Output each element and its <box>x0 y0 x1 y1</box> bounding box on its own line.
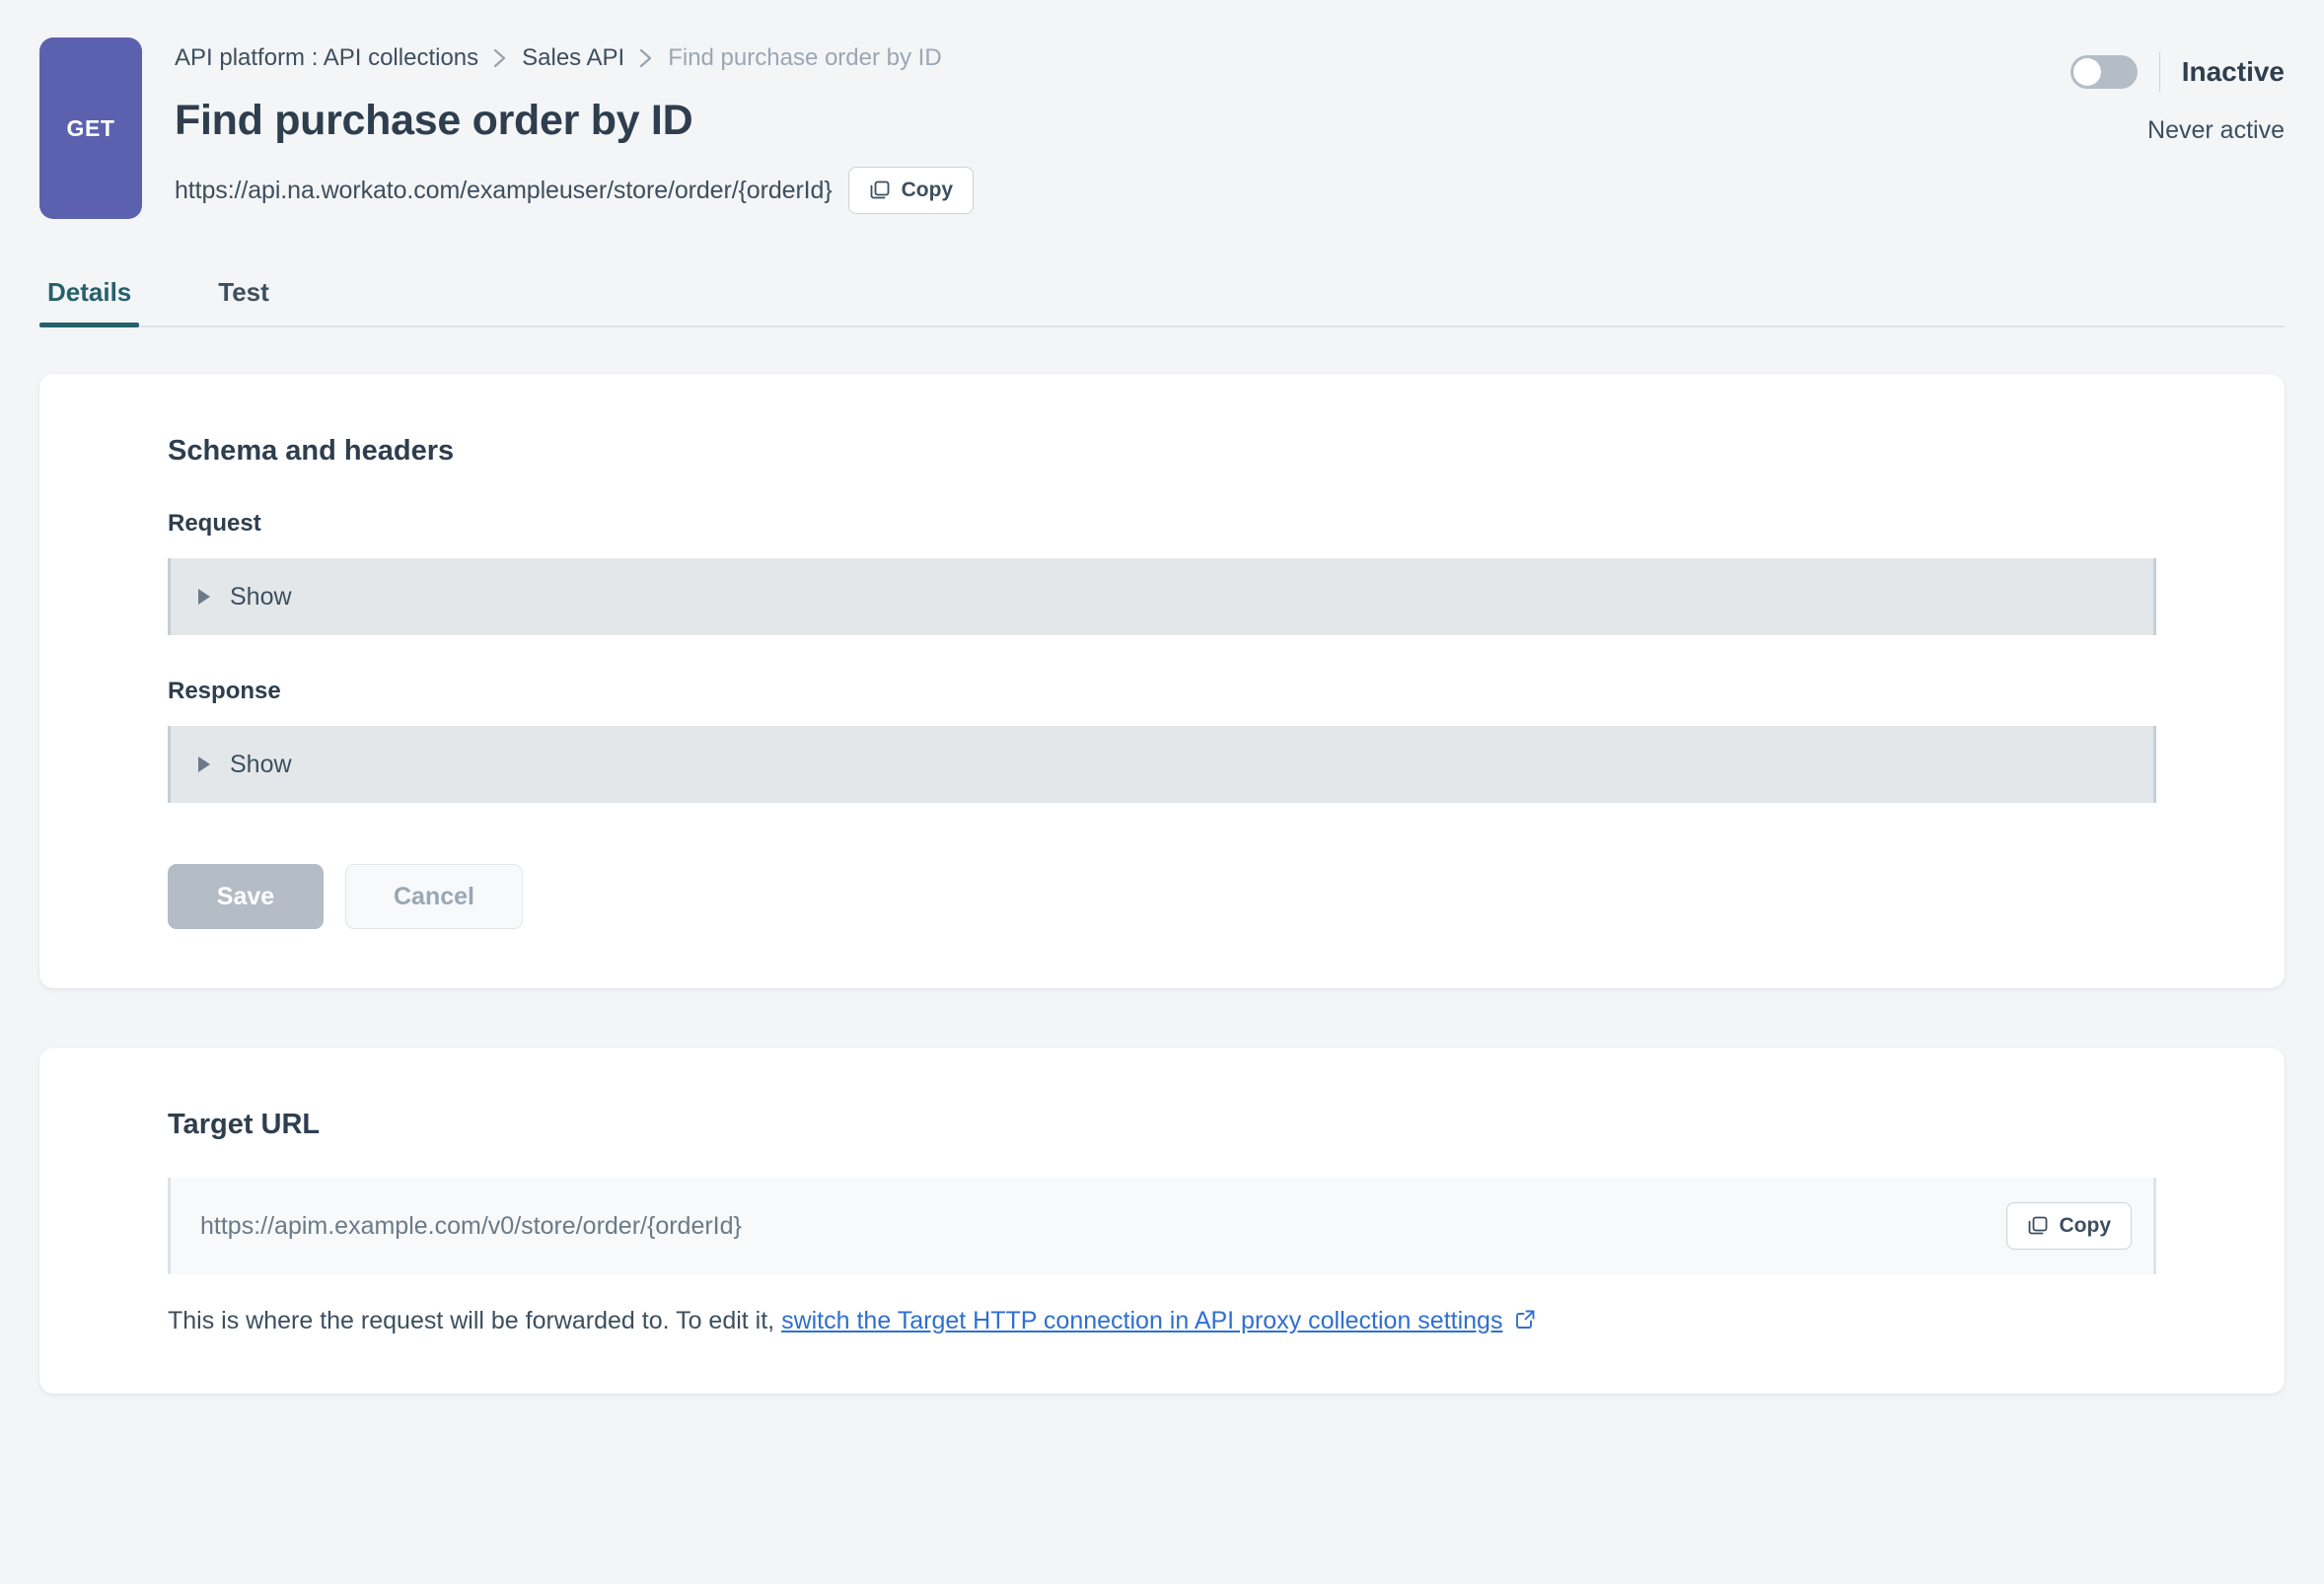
save-button[interactable]: Save <box>168 864 324 929</box>
schema-and-headers-card: Schema and headers Request Show Response… <box>39 374 2285 988</box>
copy-target-url-button[interactable]: Copy <box>2005 1202 2132 1250</box>
breadcrumb-item-current: Find purchase order by ID <box>668 44 942 71</box>
last-active-text: Never active <box>2147 116 2285 144</box>
tab-bar: Details Test <box>39 266 2285 327</box>
triangle-right-icon-2 <box>198 756 210 772</box>
http-method-badge: GET <box>39 37 142 219</box>
response-show-toggle[interactable]: Show <box>168 726 2156 803</box>
help-text-prefix: This is where the request will be forwar… <box>168 1307 775 1334</box>
form-actions: Save Cancel <box>39 864 2285 929</box>
request-show-toggle[interactable]: Show <box>168 558 2156 635</box>
tab-test[interactable]: Test <box>210 277 277 325</box>
target-url-help-text: This is where the request will be forwar… <box>39 1304 2285 1338</box>
breadcrumb-item-sales-api[interactable]: Sales API <box>522 44 624 72</box>
activation-toggle[interactable] <box>2070 55 2138 89</box>
target-url-field: https://apim.example.com/v0/store/order/… <box>168 1178 2156 1274</box>
response-show-label: Show <box>230 750 292 778</box>
api-url-text: https://api.na.workato.com/exampleuser/s… <box>175 176 833 204</box>
request-show-label: Show <box>230 582 292 611</box>
tab-details[interactable]: Details <box>39 277 140 327</box>
header-main: API platform : API collections Sales API… <box>142 37 2285 215</box>
breadcrumb-item-api-collections[interactable]: API platform : API collections <box>175 44 478 72</box>
cancel-button[interactable]: Cancel <box>345 864 523 929</box>
api-url-row: https://api.na.workato.com/exampleuser/s… <box>175 167 2285 215</box>
header-status-area: Inactive Never active <box>2070 47 2285 145</box>
copy-button-label-2: Copy <box>2059 1214 2112 1237</box>
chevron-right-icon <box>492 46 508 70</box>
target-url-value: https://apim.example.com/v0/store/order/… <box>200 1211 742 1240</box>
copy-api-url-button[interactable]: Copy <box>847 167 975 215</box>
external-link-icon[interactable] <box>1514 1308 1537 1331</box>
copy-icon-2 <box>2027 1215 2049 1237</box>
copy-button-label: Copy <box>901 179 954 202</box>
schema-section-title: Schema and headers <box>168 435 455 467</box>
response-label: Response <box>168 678 281 704</box>
target-http-connection-link[interactable]: switch the Target HTTP connection in API… <box>781 1307 1502 1334</box>
copy-icon <box>869 180 891 201</box>
toggle-knob <box>2072 58 2101 86</box>
chevron-right-icon-2 <box>638 46 654 70</box>
toggle-divider <box>2158 52 2160 92</box>
target-url-section-title: Target URL <box>168 1109 321 1140</box>
request-label: Request <box>168 510 261 537</box>
triangle-right-icon <box>198 589 210 605</box>
target-url-card: Target URL https://apim.example.com/v0/s… <box>39 1047 2285 1394</box>
breadcrumb: API platform : API collections Sales API… <box>175 41 2285 75</box>
page-title: Find purchase order by ID <box>175 97 693 144</box>
activation-toggle-row: Inactive <box>2070 47 2285 97</box>
page-header: GET API platform : API collections Sales… <box>0 0 2324 219</box>
status-badge: Inactive <box>2181 56 2285 87</box>
api-endpoint-details-page: GET API platform : API collections Sales… <box>0 0 2324 1584</box>
